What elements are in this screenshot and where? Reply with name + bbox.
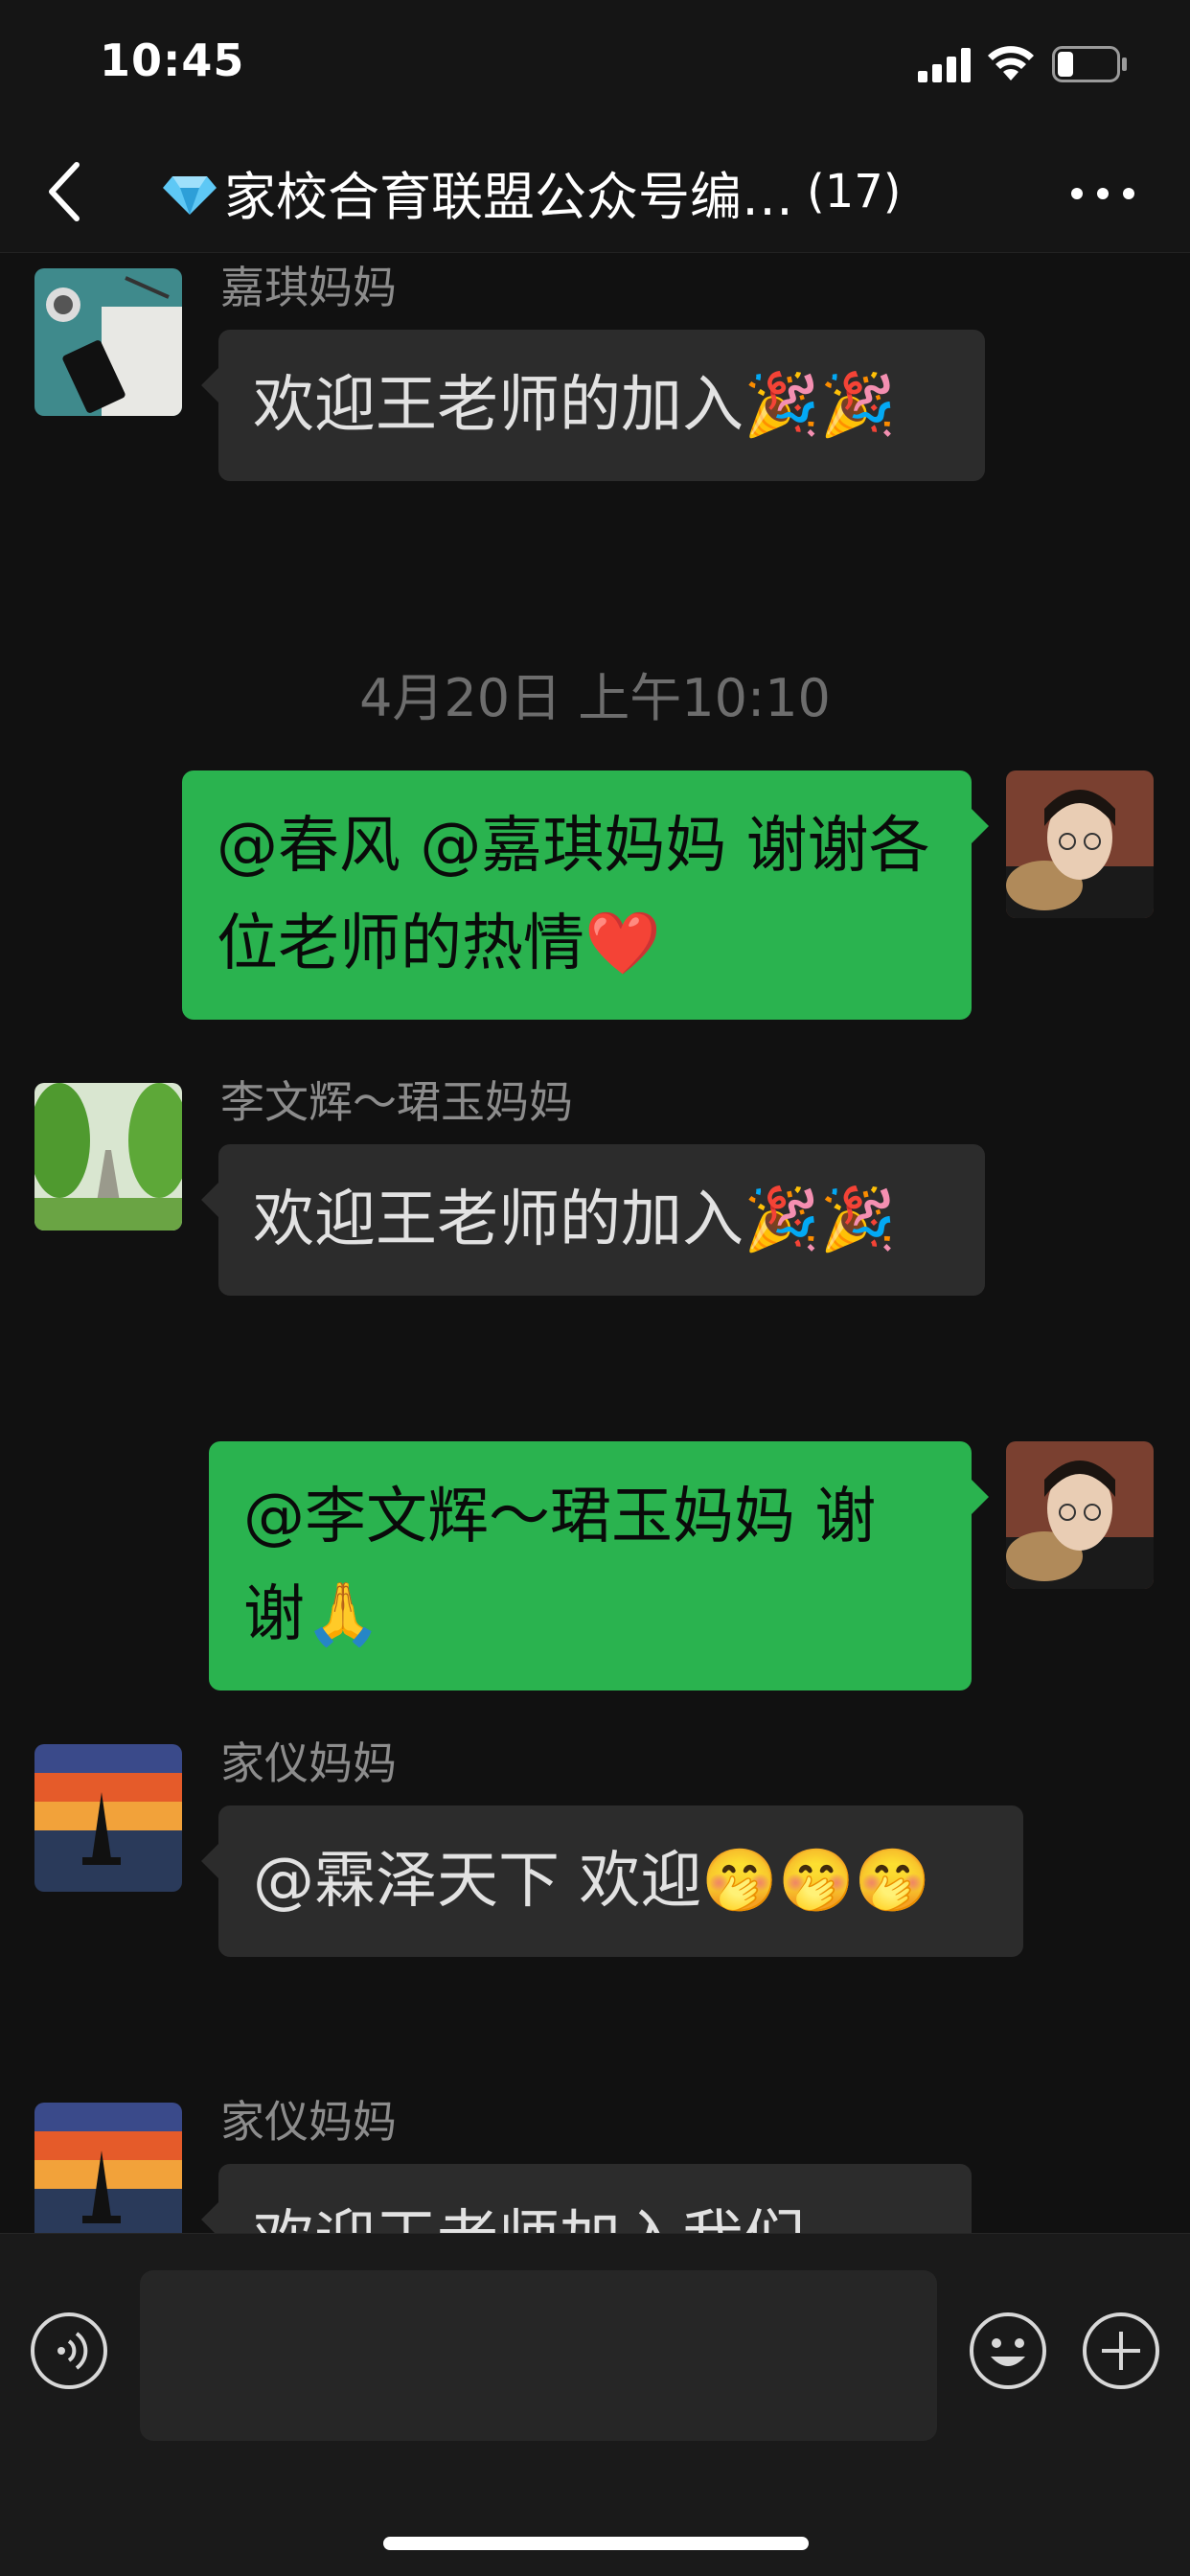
sender-name: 家仪妈妈	[220, 2096, 397, 2148]
plus-icon[interactable]	[1081, 2311, 1161, 2391]
chat-title[interactable]: 家校合育联盟公众号编… (17)	[161, 153, 1004, 230]
avatar[interactable]	[34, 2103, 182, 2233]
avatar[interactable]	[34, 1083, 182, 1230]
chat-header: 家校合育联盟公众号编… (17)	[0, 134, 1190, 253]
emoji-icon[interactable]	[968, 2311, 1048, 2391]
avatar[interactable]	[34, 268, 182, 416]
message-bubble[interactable]: @春风 @嘉琪妈妈 谢谢各位老师的热情❤️	[182, 770, 989, 1020]
message-bubble[interactable]: 欢迎王老师的加入🎉🎉	[201, 330, 985, 481]
cellular-signal-icon	[918, 48, 971, 82]
message-bubble[interactable]: 欢迎王老师加入我们	[201, 2164, 972, 2233]
message-item: 家仪妈妈 欢迎王老师加入我们	[0, 2087, 1190, 2233]
message-bubble[interactable]: @霖泽天下 欢迎🤭🤭🤭	[201, 1806, 1023, 1957]
message-text: @春风 @嘉琪妈妈 谢谢各位老师的热情❤️	[217, 811, 930, 979]
voice-icon[interactable]	[29, 2311, 109, 2391]
sender-name: 嘉琪妈妈	[220, 262, 397, 313]
member-count: (17)	[807, 165, 902, 218]
message-text: 欢迎王老师加入我们	[253, 2204, 805, 2233]
avatar[interactable]	[1006, 1441, 1154, 1589]
timestamp: 4月20日 上午10:10	[359, 668, 831, 728]
gem-icon	[163, 176, 217, 215]
avatar[interactable]	[1006, 770, 1154, 918]
message-bubble[interactable]: @李文辉～珺玉妈妈 谢谢🙏	[209, 1441, 989, 1690]
message-item: @李文辉～珺玉妈妈 谢谢🙏	[0, 1441, 1190, 1710]
home-indicator[interactable]	[383, 2537, 809, 2550]
message-item: 李文辉～珺玉妈妈 欢迎王老师的加入🎉🎉	[0, 1068, 1190, 1403]
message-text: @霖泽天下 欢迎🤭🤭🤭	[253, 1846, 931, 1917]
message-list[interactable]: 嘉琪妈妈 欢迎王老师的加入🎉🎉 4月20日 上午10:10 @春风 @嘉琪妈妈 …	[0, 253, 1190, 2233]
message-item: 嘉琪妈妈 欢迎王老师的加入🎉🎉	[0, 253, 1190, 588]
battery-icon	[1052, 46, 1127, 82]
message-input[interactable]	[140, 2270, 937, 2441]
message-item: 家仪妈妈 @霖泽天下 欢迎🤭🤭🤭	[0, 1729, 1190, 2064]
sender-name: 家仪妈妈	[220, 1737, 397, 1789]
input-bar	[0, 2233, 1190, 2576]
status-time: 10:45	[100, 34, 245, 86]
wechat-group-chat-screen: 10:45 家校合育联盟公众号编… (17) 嘉琪妈妈 欢迎王老师的加入🎉🎉 4…	[0, 0, 1190, 2576]
group-name: 家校合育联盟公众号编…	[224, 166, 793, 227]
message-text: @李文辉～珺玉妈妈 谢谢🙏	[243, 1482, 877, 1650]
wifi-icon	[988, 46, 1034, 80]
status-bar: 10:45	[0, 0, 1190, 134]
more-dots-icon[interactable]	[1069, 184, 1136, 203]
message-text: 欢迎王老师的加入🎉🎉	[253, 1184, 897, 1255]
message-bubble[interactable]: 欢迎王老师的加入🎉🎉	[201, 1144, 985, 1296]
sender-name: 李文辉～珺玉妈妈	[220, 1076, 573, 1128]
message-text: 欢迎王老师的加入🎉🎉	[253, 370, 897, 441]
chevron-left-icon[interactable]	[36, 155, 94, 228]
message-item: @春风 @嘉琪妈妈 谢谢各位老师的热情❤️	[0, 770, 1190, 1039]
avatar[interactable]	[34, 1744, 182, 1892]
